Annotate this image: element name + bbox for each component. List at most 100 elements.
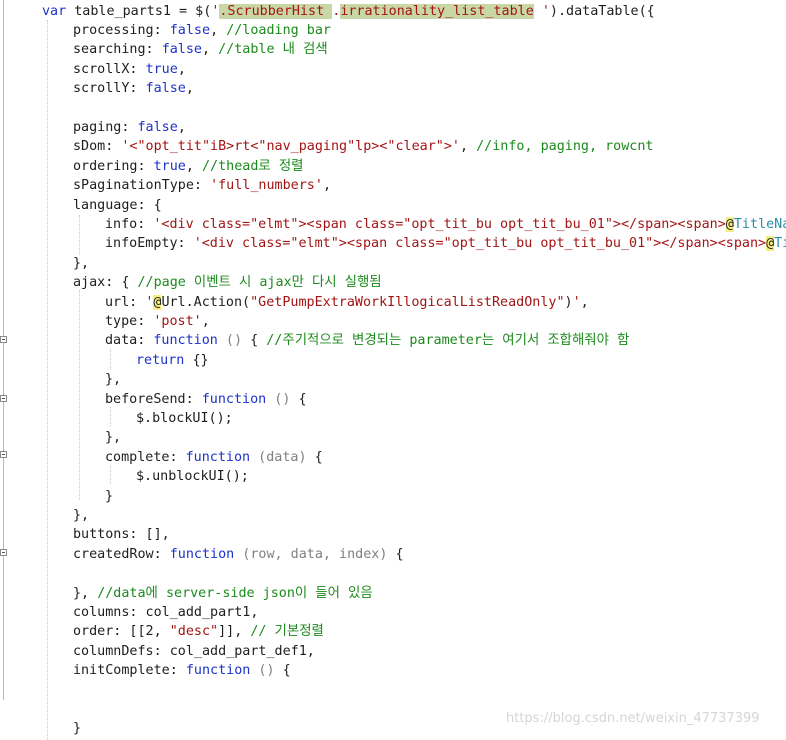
code-token: @: [725, 216, 734, 232]
code-line[interactable]: sPaginationType: 'full_numbers',: [73, 176, 331, 195]
code-token: ,: [210, 22, 227, 38]
code-token: ,: [459, 139, 477, 155]
code-token: function: [169, 546, 235, 562]
watermark: https://blog.csdn.net/weixin_47737399: [506, 711, 760, 726]
code-token: }: [73, 721, 82, 737]
code-line[interactable]: },: [73, 506, 89, 525]
code-token: ,: [185, 158, 202, 174]
code-line[interactable]: columns: col_add_part1,: [73, 603, 258, 622]
code-token: }: [105, 488, 114, 504]
code-line[interactable]: return {}: [136, 351, 209, 370]
code-token: TitleName: [733, 216, 786, 232]
code-line[interactable]: $.unblockUI();: [136, 467, 249, 486]
indent-guide: [110, 465, 111, 484]
code-line[interactable]: beforeSend: function () {: [105, 390, 307, 409]
code-line[interactable]: sDom: '<"opt_tit"iB>rt<"nav_paging"lp><"…: [73, 137, 653, 156]
code-token: //thead로 정렬: [202, 158, 304, 174]
code-token: {: [298, 391, 307, 407]
code-token: scrollX:: [73, 61, 146, 77]
code-token: infoEmpty:: [105, 236, 194, 252]
code-token: (): [250, 663, 283, 679]
code-token: 'full_numbers': [210, 178, 323, 194]
code-token: //info, paging, rowcnt: [476, 139, 654, 155]
code-line[interactable]: paging: false,: [73, 118, 186, 137]
code-line[interactable]: createdRow: function (row, data, index) …: [73, 545, 404, 564]
fold-toggle-icon[interactable]: [0, 395, 7, 402]
code-token: columnDefs: col_add_part_def1,: [73, 643, 315, 659]
code-token: irrationality_list_table: [340, 3, 534, 19]
fold-toggle-icon[interactable]: [0, 549, 7, 556]
code-line[interactable]: type: 'post',: [105, 312, 210, 331]
code-line[interactable]: },: [105, 370, 121, 389]
code-token: data:: [105, 333, 154, 349]
code-line[interactable]: buttons: [],: [73, 525, 170, 544]
code-line[interactable]: }: [105, 487, 113, 506]
code-line[interactable]: complete: function (data) {: [105, 448, 323, 467]
code-token: '<div class="elmt"><span class="opt_tit_…: [193, 236, 767, 252]
code-token: function: [185, 449, 251, 465]
code-token: type:: [105, 313, 154, 329]
code-token: paging:: [73, 119, 138, 135]
code-line[interactable]: ordering: true, //thead로 정렬: [73, 157, 303, 176]
code-token: (): [217, 333, 251, 349]
code-token: false: [169, 22, 211, 38]
code-token: //table 내 검색: [218, 42, 328, 58]
code-line[interactable]: },: [105, 428, 121, 447]
code-token: ,: [185, 81, 194, 97]
code-token: order: [[2,: [73, 624, 170, 640]
code-token: createdRow:: [73, 546, 170, 562]
code-token: sDom:: [73, 139, 122, 155]
code-token: ,: [580, 294, 589, 310]
indent-guide: [47, 20, 48, 740]
fold-toggle-icon[interactable]: [0, 451, 7, 458]
code-token: },: [73, 585, 98, 601]
code-token: 'post': [153, 313, 202, 329]
code-line[interactable]: var table_parts1 = $('.ScrubberHist .irr…: [42, 2, 655, 21]
code-line[interactable]: }: [73, 719, 81, 738]
code-line[interactable]: scrollY: false,: [73, 79, 194, 98]
code-token: {}: [192, 352, 209, 368]
code-line[interactable]: },: [73, 254, 89, 273]
code-line[interactable]: columnDefs: col_add_part_def1,: [73, 642, 315, 661]
code-token: ,: [322, 178, 331, 194]
code-line[interactable]: infoEmpty: '<div class="elmt"><span clas…: [105, 234, 786, 253]
fold-guide-line: [3, 0, 4, 700]
code-token: ,: [202, 42, 219, 58]
code-line[interactable]: language: {: [73, 196, 162, 215]
code-token: Url.Action(: [161, 294, 251, 310]
code-token: //주기적으로 변경되는 parameter는 여기서 조합해줘야 함: [266, 333, 630, 349]
code-token: return: [136, 352, 193, 368]
code-line[interactable]: searching: false, //table 내 검색: [73, 40, 328, 59]
code-line[interactable]: data: function () { //주기적으로 변경되는 paramet…: [105, 331, 629, 350]
code-editor[interactable]: var table_parts1 = $('.ScrubberHist .irr…: [0, 0, 786, 740]
code-token: },: [105, 430, 122, 446]
code-token: .ScrubberHist: [219, 3, 333, 19]
code-token: searching:: [73, 42, 162, 58]
code-line[interactable]: ajax: { //page 이벤트 시 ajax만 다시 실행됨: [73, 273, 382, 292]
code-line[interactable]: scrollX: true,: [73, 60, 186, 79]
code-token: processing:: [73, 22, 170, 38]
code-line[interactable]: info: '<div class="elmt"><span class="op…: [105, 215, 786, 234]
code-line[interactable]: $.blockUI();: [136, 409, 233, 428]
code-line[interactable]: }, //data에 server-side json이 들어 있음: [73, 584, 373, 603]
code-line[interactable]: processing: false, //loading bar: [73, 21, 331, 40]
code-line[interactable]: initComplete: function () {: [73, 661, 291, 680]
code-token: ): [564, 294, 573, 310]
code-token: buttons: [],: [73, 527, 170, 543]
code-token: (): [266, 391, 299, 407]
indent-guide: [110, 407, 111, 426]
code-line[interactable]: order: [[2, "desc"]], // 기본정렬: [73, 622, 324, 641]
code-token: beforeSend:: [105, 391, 202, 407]
code-token: true: [153, 158, 186, 174]
code-token: // 기본정렬: [250, 624, 324, 640]
fold-toggle-icon[interactable]: [0, 336, 7, 343]
code-token: ': [533, 3, 550, 19]
code-token: '<"opt_tit"iB>rt<"nav_paging"lp><"clear"…: [121, 139, 460, 155]
code-token: url:: [105, 294, 146, 310]
indent-guide: [79, 290, 80, 500]
code-token: false: [161, 42, 202, 58]
code-token: //data에 server-side json이 들어 있음: [97, 585, 373, 601]
code-token: (data): [250, 449, 315, 465]
code-line[interactable]: url: '@Url.Action("GetPumpExtraWorkIllog…: [105, 293, 589, 312]
code-token: info:: [105, 216, 154, 232]
